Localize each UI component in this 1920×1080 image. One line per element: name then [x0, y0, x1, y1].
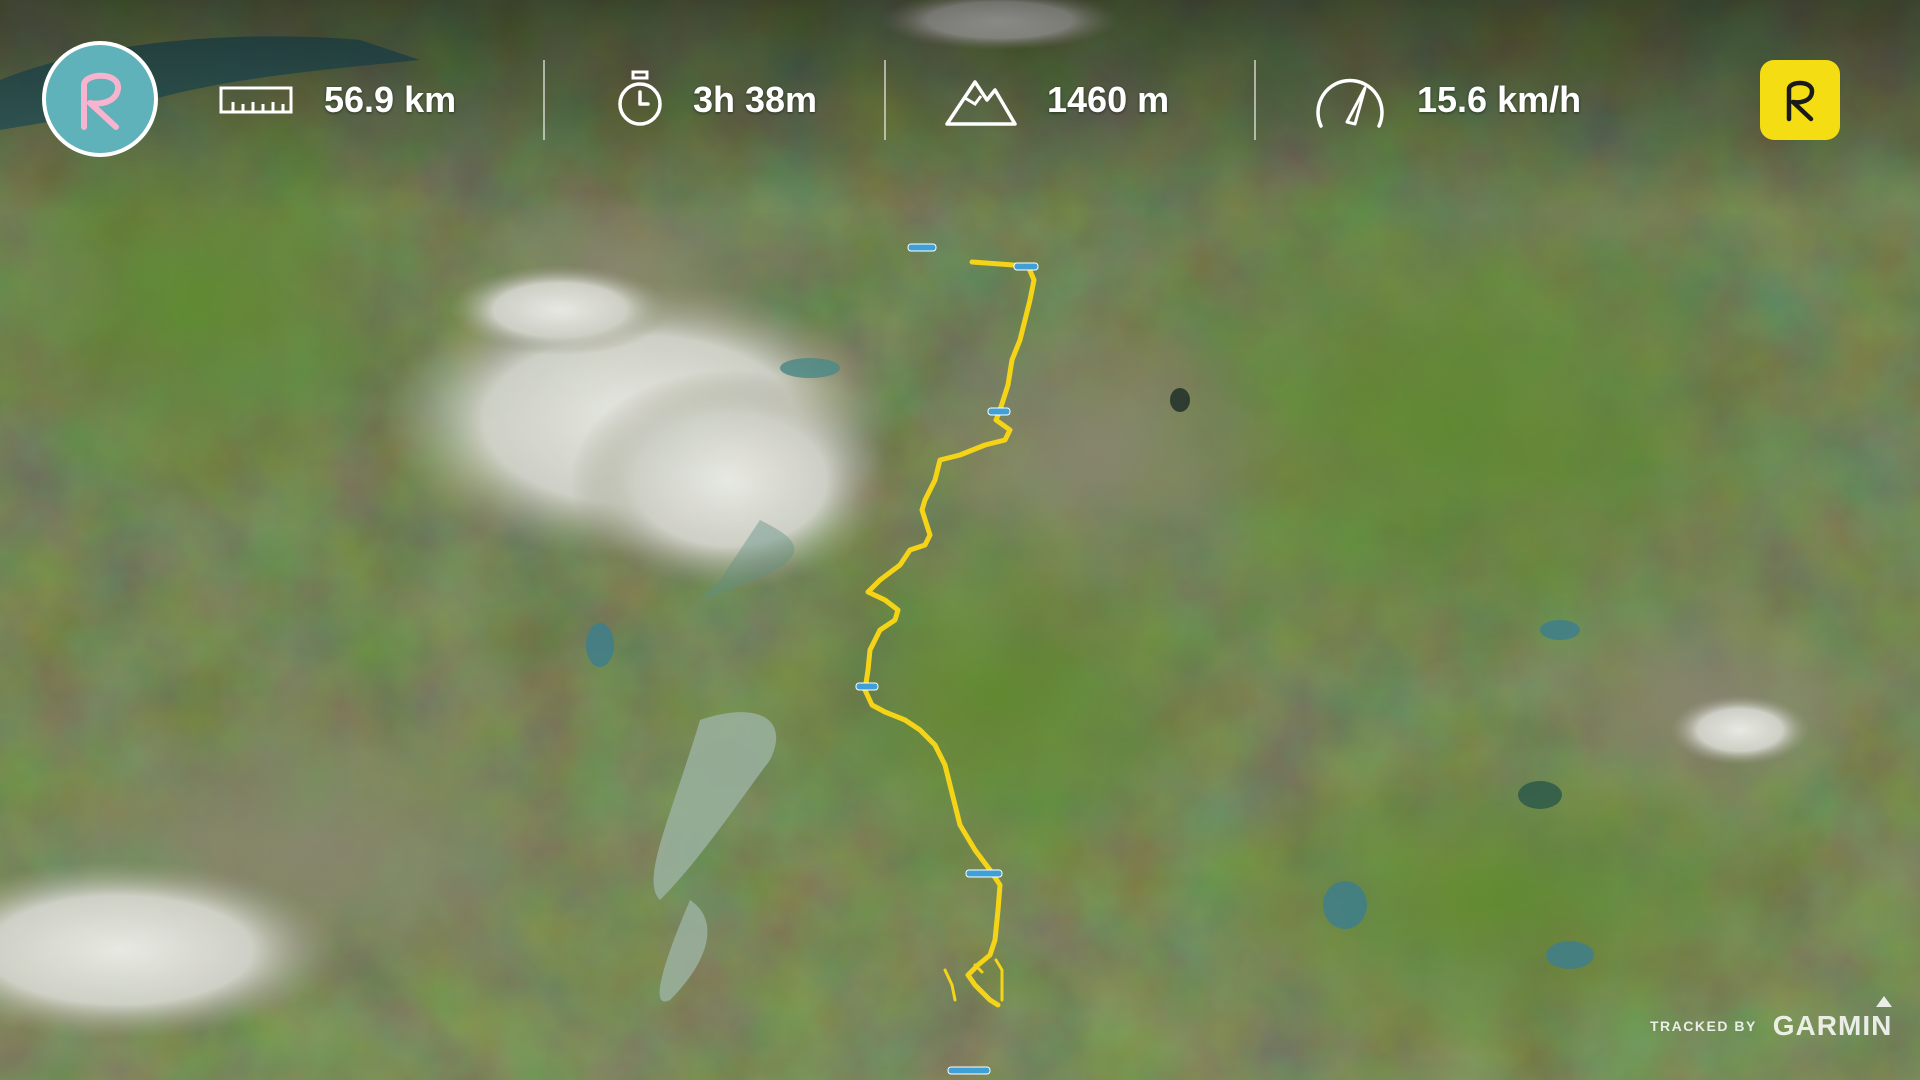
- ruler-icon: [219, 86, 293, 119]
- garmin-logo: GARMIN: [1772, 996, 1893, 1042]
- elevation-value: 1460 m: [1047, 79, 1170, 120]
- waypoint-marker[interactable]: [947, 1066, 991, 1075]
- tracked-by-garmin: TRACKED BY GARMIN: [1650, 996, 1893, 1042]
- app-logo[interactable]: [42, 41, 158, 157]
- relive-r-icon: [1786, 80, 1815, 122]
- distance-value: 56.9 km: [324, 79, 457, 120]
- stat-divider: [543, 60, 545, 140]
- garmin-wordmark: GARMIN: [1772, 1010, 1893, 1041]
- garmin-triangle-icon: [1876, 996, 1893, 1007]
- tracked-by-label: TRACKED BY: [1650, 1018, 1757, 1034]
- terrain-map[interactable]: [0, 0, 1920, 1080]
- waypoint-marker[interactable]: [855, 682, 879, 691]
- waypoint-marker[interactable]: [907, 243, 937, 252]
- relive-r-icon: [81, 72, 121, 130]
- waypoint-marker[interactable]: [1013, 262, 1039, 271]
- brand-badge[interactable]: [1760, 60, 1840, 140]
- stopwatch-icon: [616, 70, 664, 133]
- waypoint-marker[interactable]: [987, 407, 1011, 416]
- mountain-icon: [945, 76, 1017, 131]
- stat-divider: [1254, 60, 1256, 140]
- speedometer-icon: [1313, 74, 1387, 135]
- stat-divider: [884, 60, 886, 140]
- waypoint-marker[interactable]: [965, 869, 1003, 878]
- duration-value: 3h 38m: [693, 79, 818, 120]
- speed-value: 15.6 km/h: [1417, 79, 1582, 120]
